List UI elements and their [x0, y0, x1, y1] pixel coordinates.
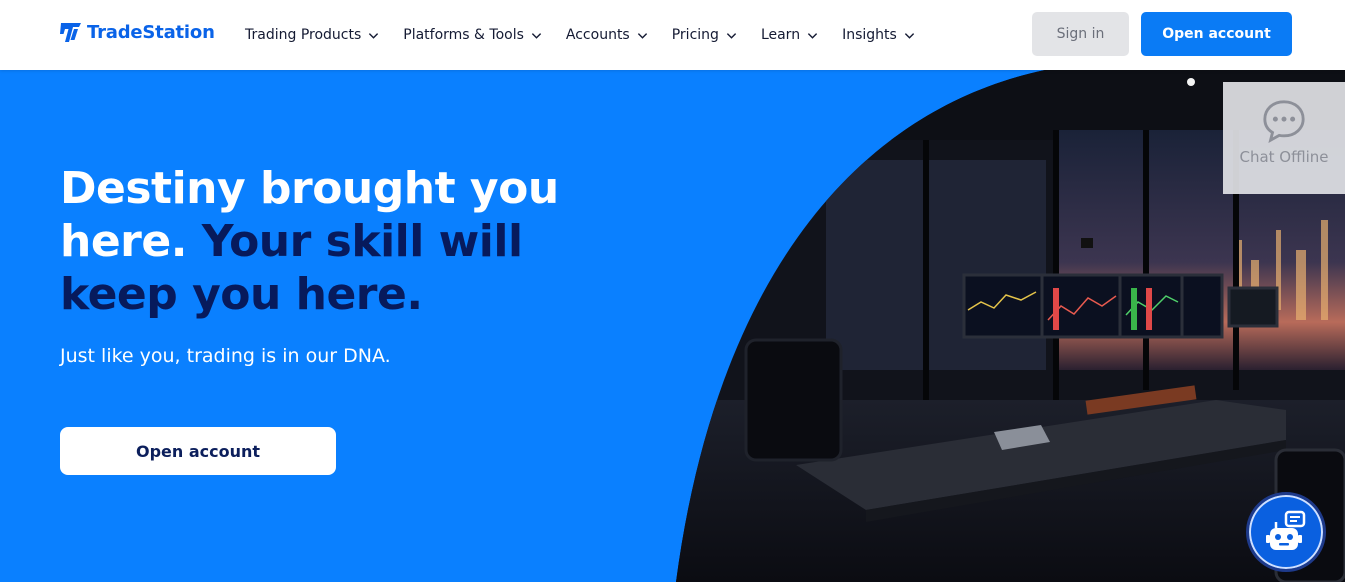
nav-accounts[interactable]: Accounts	[566, 27, 648, 43]
nav-label: Trading Products	[245, 27, 362, 43]
open-account-hero-button[interactable]: Open account	[60, 427, 336, 475]
nav-insights[interactable]: Insights	[842, 27, 915, 43]
chevron-down-icon	[369, 32, 379, 39]
nav-learn[interactable]: Learn	[761, 27, 818, 43]
chevron-down-icon	[726, 32, 737, 39]
chevron-down-icon	[807, 32, 818, 39]
chevron-down-icon	[904, 32, 914, 39]
chevron-down-icon	[531, 32, 542, 39]
tradestation-logo-icon	[60, 23, 81, 42]
nav-trading-products[interactable]: Trading Products	[245, 27, 379, 43]
chatbot-icon	[1266, 510, 1306, 550]
nav-label: Pricing	[671, 27, 719, 43]
chat-bubble-icon	[1263, 100, 1305, 144]
nav-label: Learn	[760, 27, 801, 43]
brand-name: TradeStation	[87, 21, 215, 43]
nav-pricing[interactable]: Pricing	[672, 27, 737, 43]
brand-logo[interactable]: TradeStation	[60, 20, 215, 44]
open-account-header-button[interactable]: Open account	[1141, 12, 1292, 56]
sign-in-button[interactable]: Sign in	[1032, 12, 1129, 56]
site-header: TradeStation Trading Products Platforms …	[0, 0, 1345, 70]
nav-platforms-tools[interactable]: Platforms & Tools	[403, 27, 542, 43]
nav-label: Platforms & Tools	[403, 27, 524, 43]
nav-label: Insights	[842, 27, 897, 43]
hero-section: Destiny brought you here. Your skill wil…	[0, 70, 1345, 582]
hero-subline: Just like you, trading is in our DNA.	[60, 345, 391, 367]
chat-status-label: Chat Offline	[1239, 148, 1329, 166]
chatbot-launcher-button[interactable]	[1246, 492, 1326, 572]
hero-headline: Destiny brought you here. Your skill wil…	[60, 162, 620, 321]
nav-label: Accounts	[565, 27, 630, 43]
chat-offline-widget[interactable]: Chat Offline	[1223, 82, 1345, 194]
main-nav: Trading Products Platforms & Tools Accou…	[245, 0, 939, 70]
chevron-down-icon	[637, 32, 647, 39]
